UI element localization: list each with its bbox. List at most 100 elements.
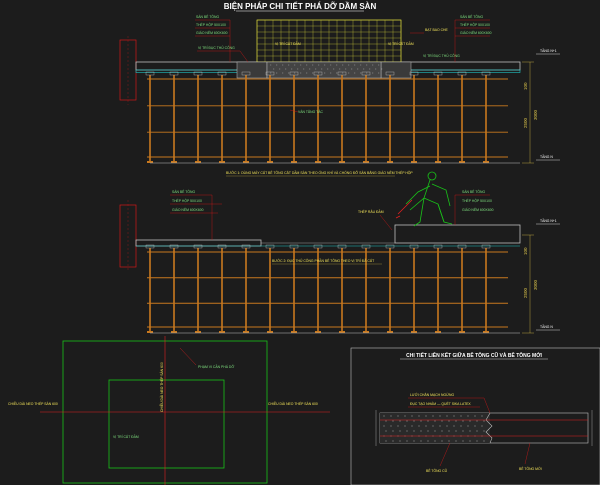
hatch-dot: [399, 420, 401, 422]
hatch-dot: [397, 415, 399, 417]
hatch-dot: [276, 72, 278, 74]
hatch-dot: [432, 415, 434, 417]
hatch-dot: [351, 68, 353, 70]
hatch-dot: [448, 420, 450, 422]
hatch-dot: [354, 64, 356, 66]
hatch-dot: [273, 68, 275, 70]
hatch-dot: [467, 415, 469, 417]
hatch-dot: [483, 440, 485, 442]
cad-drawing: BIỆN PHÁP CHI TIẾT PHÁ DỠ DẦM SÀN SÀN BÊ…: [0, 0, 600, 485]
level-top: TẦNG N+1: [540, 219, 557, 223]
hatch-dot: [306, 64, 308, 66]
hatch-dot: [453, 425, 455, 427]
hatch-dot: [455, 420, 457, 422]
old-concrete-zone: [380, 413, 490, 443]
hatch-dot: [448, 440, 450, 442]
hatch-dot: [404, 415, 406, 417]
dim-height: 2500: [523, 117, 528, 128]
hatch-dot: [339, 68, 341, 70]
hatch-dot: [434, 440, 436, 442]
hatch-dot: [366, 72, 368, 74]
hatch-dot: [427, 440, 429, 442]
hatch-dot: [406, 430, 408, 432]
hatch-dot: [404, 425, 406, 427]
hatch-dot: [327, 68, 329, 70]
hatch-dot: [467, 425, 469, 427]
hatch-dot: [333, 68, 335, 70]
hatch-dot: [270, 72, 272, 74]
hatch-dot: [285, 68, 287, 70]
top-left-callout-3: GIÁO NÊM 600X600: [196, 30, 228, 35]
mid-left-callout-3: GIÁO NÊM 600X600: [172, 207, 204, 212]
dim-total: 3000: [533, 279, 538, 290]
hatch-dot: [372, 64, 374, 66]
hatch-dot: [418, 415, 420, 417]
mid-right-callout-3: GIÁO NÊM 600X600: [462, 207, 494, 212]
hatch-dot: [375, 68, 377, 70]
hatch-dot: [378, 64, 380, 66]
hatch-dot: [312, 64, 314, 66]
level-top: TẦNG N+1: [540, 49, 557, 53]
hatch-dot: [434, 430, 436, 432]
hatch-dot: [369, 68, 371, 70]
hatch-dot: [469, 440, 471, 442]
hatch-dot: [406, 420, 408, 422]
hatch-dot: [434, 420, 436, 422]
hatch-dot: [427, 420, 429, 422]
step-1-caption: BƯỚC 1: DÙNG MÁY CẮT BÊ TÔNG CẮT DẦM SÀN…: [226, 170, 413, 175]
hatch-dot: [483, 420, 485, 422]
hatch-dot: [276, 64, 278, 66]
top-left-callout-1: SÀN BÊ TÔNG: [196, 14, 219, 19]
hatch-dot: [390, 415, 392, 417]
drawing-title: BIỆN PHÁP CHI TIẾT PHÁ DỠ DẦM SÀN: [224, 1, 377, 11]
hatch-dot: [476, 420, 478, 422]
hatch-dot: [413, 420, 415, 422]
hatch-dot: [279, 68, 281, 70]
top-right-callout-1: SÀN BÊ TÔNG: [460, 14, 483, 19]
hatch-dot: [425, 425, 427, 427]
hatch-dot: [360, 72, 362, 74]
hatch-dot: [360, 64, 362, 66]
top-left-callout-4: VỊ TRÍ ĐỤC THỦ CÔNG: [198, 45, 235, 50]
hatch-dot: [303, 68, 305, 70]
hatch-dot: [318, 72, 320, 74]
hatch-dot: [469, 420, 471, 422]
hatch-dot: [399, 440, 401, 442]
hatch-dot: [425, 415, 427, 417]
hatch-dot: [390, 425, 392, 427]
hatch-dot: [291, 68, 293, 70]
plan-vertical-label: CHIỀU DÀI NEO THÉP SÀN 600: [159, 362, 164, 412]
cut-label-right: VỊ TRÍ CẮT ĐẦM: [388, 41, 414, 46]
plan-right-label: CHIỀU DÀI NEO THÉP SÀN 600: [268, 401, 318, 406]
hatch-dot: [342, 72, 344, 74]
hatch-dot: [411, 415, 413, 417]
demolish-label: PHẠM VI CẦN PHÁ DỠ: [198, 364, 234, 369]
detail-title: CHI TIẾT LIÊN KẾT GIỮA BÊ TÔNG CŨ VÀ BÊ …: [406, 351, 542, 359]
hatch-dot: [474, 415, 476, 417]
hatch-dot: [453, 415, 455, 417]
top-right-callout-4: VỊ TRÍ ĐỤC THỦ CÔNG: [423, 53, 460, 58]
hatch-dot: [446, 415, 448, 417]
hatch-dot: [330, 72, 332, 74]
sole-plate-label: VÁN TĂNG TẢC: [298, 109, 323, 114]
hatch-dot: [315, 68, 317, 70]
hatch-dot: [345, 68, 347, 70]
dim-height: 2500: [523, 287, 528, 298]
hatch-dot: [392, 420, 394, 422]
hatch-dot: [321, 68, 323, 70]
old-concrete-label: BÊ TÔNG CŨ: [426, 468, 448, 473]
hatch-dot: [342, 64, 344, 66]
hatch-dot: [381, 68, 383, 70]
hatch-dot: [460, 415, 462, 417]
hatch-dot: [324, 64, 326, 66]
hatch-dot: [348, 72, 350, 74]
hatch-dot: [354, 72, 356, 74]
hatch-dot: [418, 425, 420, 427]
hatch-dot: [288, 64, 290, 66]
hatch-dot: [441, 420, 443, 422]
dim-small: 100: [523, 247, 528, 255]
hatch-dot: [385, 430, 387, 432]
hatch-dot: [441, 440, 443, 442]
hatch-dot: [462, 440, 464, 442]
mid-left-callout-2: THÉP HỘP 50X100: [172, 198, 202, 203]
